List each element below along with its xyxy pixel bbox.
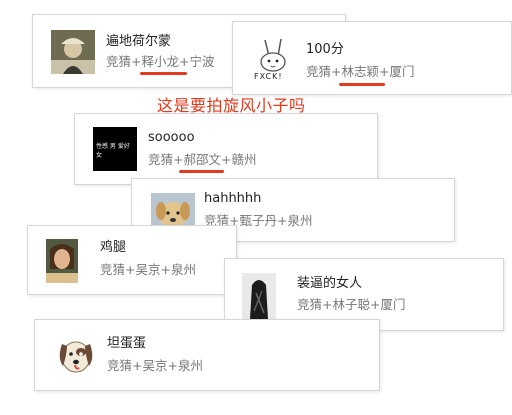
username: 鸡腿 xyxy=(100,240,127,255)
guess-tags: 竞猜+郝邵文+赣州 xyxy=(148,152,257,167)
username: 装逼的女人 xyxy=(297,276,363,291)
username: hahhhhh xyxy=(204,191,262,206)
highlight-underline xyxy=(140,72,187,75)
highlight-underline xyxy=(339,83,385,86)
guess-tags: 竞猜+吴京+泉州 xyxy=(107,358,203,373)
username: sooooo xyxy=(148,130,195,145)
user-card-7[interactable]: 坦蛋蛋 竞猜+吴京+泉州 xyxy=(34,319,380,391)
guess-tags: 竞猜+释小龙+宁波 xyxy=(106,54,215,69)
avatar-caption: 性感 男 爱好 女 xyxy=(96,143,130,159)
username: 坦蛋蛋 xyxy=(107,336,147,351)
guess-tags: 竞猜+吴京+泉州 xyxy=(100,262,196,277)
avatar-man-in-hat xyxy=(51,30,95,74)
guess-tags: 竞猜+林志颖+厦门 xyxy=(306,64,415,79)
highlight-underline xyxy=(179,170,224,173)
avatar-rabbit-sketch: FXCK! xyxy=(251,36,297,84)
canvas: { "banner": { "text": "这是要拍旋风小子吗", "colo… xyxy=(0,0,512,415)
avatar-cartoon-dog xyxy=(53,332,99,378)
avatar-girl xyxy=(46,239,78,283)
guess-tags: 竞猜+林子聪+厦门 xyxy=(297,297,406,312)
avatar-dark-figure xyxy=(242,273,276,319)
username: 遍地荷尔蒙 xyxy=(106,34,172,49)
user-card-2[interactable]: FXCK! 100分 竞猜+林志颖+厦门 xyxy=(232,21,512,95)
avatar-black-text: 性感 男 爱好 女 xyxy=(93,127,137,171)
username: 100分 xyxy=(306,42,344,57)
user-card-3[interactable]: 性感 男 爱好 女 sooooo 竞猜+郝邵文+赣州 xyxy=(74,113,378,185)
avatar-caption: FXCK! xyxy=(254,72,283,81)
user-card-5[interactable]: 鸡腿 竞猜+吴京+泉州 xyxy=(27,225,237,295)
